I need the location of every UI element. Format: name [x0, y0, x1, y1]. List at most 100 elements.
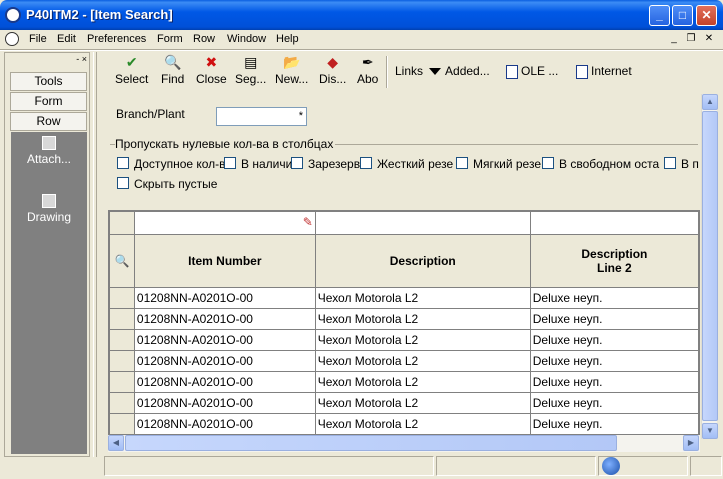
menu-preferences[interactable]: Preferences: [87, 33, 146, 45]
qbe-description-cell[interactable]: [314, 211, 531, 235]
row-header[interactable]: [109, 350, 135, 372]
segment-button[interactable]: ▤ Seg...: [235, 54, 266, 86]
menu-file[interactable]: File: [29, 33, 47, 45]
drawing-item[interactable]: Drawing: [11, 194, 87, 224]
description-cell: Чехол Motorola L2: [314, 287, 531, 309]
table-row[interactable]: 01208NN-A0201O-00 Чехол Motorola L2 Delu…: [109, 287, 699, 309]
item-number-cell: 01208NN-A0201O-00: [133, 413, 316, 434]
horizontal-scroll-thumb[interactable]: [125, 435, 617, 451]
on-hand-label: В наличи: [241, 157, 291, 171]
description-cell: Чехол Motorola L2: [314, 371, 531, 393]
display-button[interactable]: ◆ Dis...: [319, 54, 346, 86]
pane-close-icon[interactable]: - ×: [59, 55, 87, 65]
added-label: Added...: [445, 64, 490, 78]
scroll-down-arrow[interactable]: ▼: [702, 423, 718, 439]
results-grid: ✎ 🔍 Item Number Description Description …: [108, 210, 700, 435]
column-header-description-line-2[interactable]: Description Line 2: [529, 234, 699, 288]
new-label: New...: [275, 72, 309, 86]
menu-help[interactable]: Help: [276, 33, 299, 45]
attach-label: Attach...: [26, 152, 72, 166]
links-menu[interactable]: Links Added...: [395, 64, 490, 78]
find-label: Find: [161, 72, 185, 86]
reserved-checkbox[interactable]: [291, 157, 303, 169]
menu-row[interactable]: Row: [193, 33, 215, 45]
qbe-description2-cell[interactable]: [529, 211, 699, 235]
grid-horizontal-scrollbar[interactable]: ◀ ▶: [108, 435, 700, 452]
row-button[interactable]: Row: [10, 112, 87, 131]
row-header[interactable]: [109, 371, 135, 393]
attach-item[interactable]: Attach...: [11, 136, 87, 166]
display-label: Dis...: [319, 72, 347, 86]
new-folder-icon: 📂: [282, 54, 301, 70]
hard-commit-checkbox[interactable]: [360, 157, 372, 169]
description-cell: Чехол Motorola L2: [314, 392, 531, 414]
form-button[interactable]: Form: [10, 92, 87, 111]
scroll-right-arrow[interactable]: ▶: [683, 435, 699, 451]
select-button[interactable]: ✔ Select: [115, 54, 148, 86]
table-row[interactable]: 01208NN-A0201O-00 Чехол Motorola L2 Delu…: [109, 413, 699, 434]
menu-edit[interactable]: Edit: [57, 33, 76, 45]
checkmark-icon: ✔: [125, 54, 138, 70]
close-icon: ✖: [205, 54, 218, 70]
row-header[interactable]: [109, 308, 135, 330]
child-minimize-button[interactable]: _: [667, 33, 681, 46]
branch-plant-field[interactable]: *: [216, 107, 307, 126]
scroll-thumb[interactable]: [702, 111, 718, 421]
table-row[interactable]: 01208NN-A0201O-00 Чехол Motorola L2 Delu…: [109, 350, 699, 372]
table-row[interactable]: 01208NN-A0201O-00 Чехол Motorola L2 Delu…: [109, 308, 699, 330]
row-header[interactable]: [109, 392, 135, 414]
close-label: Close: [196, 72, 227, 86]
qbe-item-number-cell[interactable]: ✎: [133, 211, 316, 235]
about-icon: ✒: [361, 54, 374, 70]
branch-plant-label: Branch/Plant: [116, 107, 185, 121]
close-button[interactable]: ✖ Close: [196, 54, 227, 86]
table-row[interactable]: 01208NN-A0201O-00 Чехол Motorola L2 Delu…: [109, 329, 699, 351]
pane-splitter[interactable]: [93, 52, 97, 457]
in-transit-checkbox[interactable]: [664, 157, 676, 169]
window-title: P40ITM2 - [Item Search]: [26, 7, 173, 22]
row-header[interactable]: [109, 413, 135, 434]
tools-button[interactable]: Tools: [10, 72, 87, 91]
drawing-label: Drawing: [26, 210, 71, 224]
find-button[interactable]: 🔍 Find: [161, 54, 184, 86]
internet-link[interactable]: Internet: [576, 64, 632, 79]
child-window-icon[interactable]: [5, 32, 19, 46]
hard-commit-label: Жесткий резе: [377, 157, 454, 171]
row-header[interactable]: [109, 287, 135, 309]
new-button[interactable]: 📂 New...: [275, 54, 308, 86]
app-icon[interactable]: [5, 7, 21, 23]
select-all-column-header[interactable]: 🔍: [109, 234, 135, 288]
scroll-up-arrow[interactable]: ▲: [702, 94, 718, 110]
description2-cell: Deluxe неуп.: [529, 329, 699, 351]
menu-window[interactable]: Window: [227, 33, 266, 45]
ole-link[interactable]: OLE ...: [506, 64, 558, 79]
status-panel-2: [436, 456, 596, 476]
column-header-description[interactable]: Description: [314, 234, 531, 288]
maximize-button[interactable]: □: [672, 5, 693, 26]
menu-form[interactable]: Form: [157, 33, 183, 45]
on-hand-checkbox[interactable]: [224, 157, 236, 169]
row-header[interactable]: [109, 329, 135, 351]
select-label: Select: [115, 72, 149, 86]
zero-qty-group-title: Пропускать нулевые кол-ва в столбцах: [115, 137, 336, 151]
child-close-button[interactable]: ✕: [702, 33, 716, 46]
table-row[interactable]: 01208NN-A0201O-00 Чехол Motorola L2 Delu…: [109, 371, 699, 393]
in-transit-label: В п: [681, 157, 699, 171]
description2-cell: Deluxe неуп.: [529, 350, 699, 372]
child-restore-button[interactable]: ❐: [684, 33, 698, 46]
table-row[interactable]: 01208NN-A0201O-00 Чехол Motorola L2 Delu…: [109, 392, 699, 414]
soft-commit-checkbox[interactable]: [456, 157, 468, 169]
close-window-button[interactable]: ✕: [696, 5, 717, 26]
about-button[interactable]: ✒ Abo: [357, 54, 378, 86]
column-header-item-number[interactable]: Item Number: [133, 234, 316, 288]
minimize-button[interactable]: _: [649, 5, 670, 26]
hide-empty-checkbox[interactable]: [117, 177, 129, 189]
scroll-left-arrow[interactable]: ◀: [108, 435, 124, 451]
description-cell: Чехол Motorola L2: [314, 350, 531, 372]
available-qty-checkbox[interactable]: [117, 157, 129, 169]
segment-icon: ▤: [244, 54, 258, 70]
free-stock-checkbox[interactable]: [542, 157, 554, 169]
qbe-row: ✎: [109, 211, 699, 235]
clear-qbe-icon[interactable]: ✎: [303, 215, 313, 229]
form-vertical-scrollbar[interactable]: ▲ ▼: [701, 94, 718, 439]
